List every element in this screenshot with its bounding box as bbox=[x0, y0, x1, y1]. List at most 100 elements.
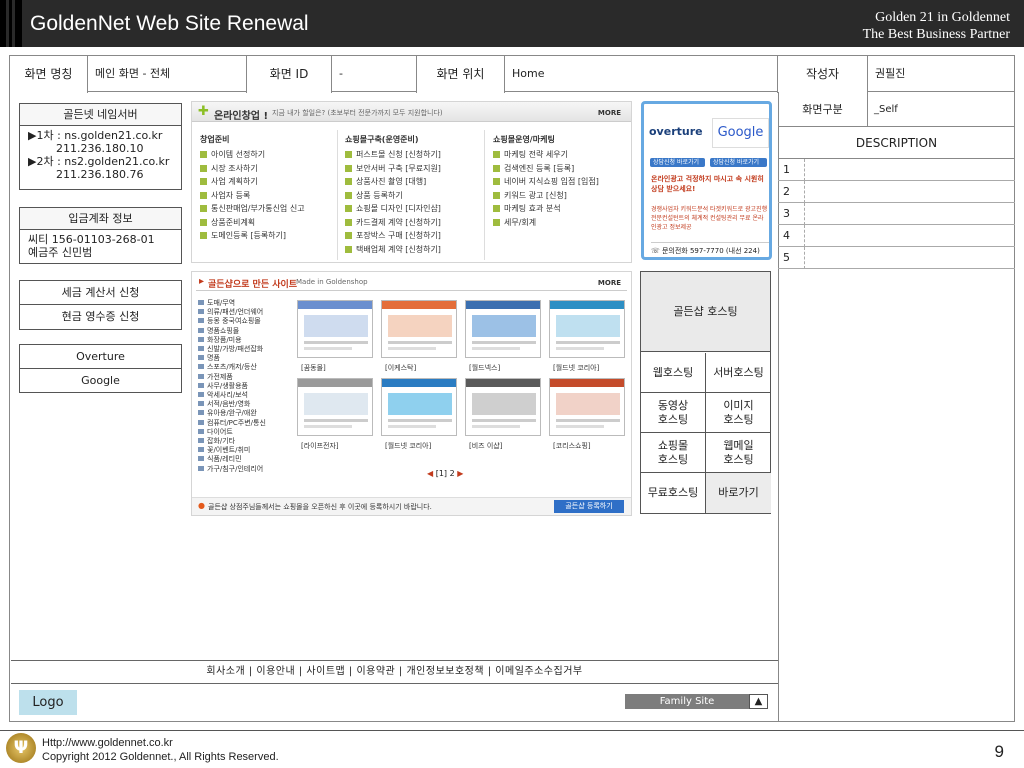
site-thumbnail[interactable] bbox=[381, 300, 457, 358]
startup-more-link[interactable]: MORE bbox=[598, 109, 621, 117]
cash-receipt-link[interactable]: 현금 영수증 신청 bbox=[20, 305, 181, 329]
col2-item[interactable]: 쇼핑몰 디자인 [디자인샵] bbox=[345, 203, 441, 214]
col3-item[interactable]: 네이버 지식쇼핑 입점 [입점] bbox=[493, 176, 599, 187]
col2-item-label: 보안서버 구축 [무료지원] bbox=[356, 163, 441, 173]
thumbnail-header bbox=[298, 301, 372, 309]
col2-item[interactable]: 포장박스 구매 [신청하기] bbox=[345, 230, 441, 241]
folder-icon bbox=[198, 355, 204, 361]
ad-consult-button-2[interactable]: 상담신청 바로가기 bbox=[710, 158, 767, 167]
col1-item-label: 사업 계획하기 bbox=[211, 177, 258, 186]
banner-stripes bbox=[0, 0, 24, 47]
site-thumbnail[interactable] bbox=[381, 378, 457, 436]
screen-name-label: 화면 명칭 bbox=[10, 56, 88, 93]
site-thumbnail[interactable] bbox=[465, 378, 541, 436]
ad-phone: ☏ 문의전화 597-7770 (내선 224) bbox=[651, 242, 769, 256]
col2-item[interactable]: 카드결제 계약 [신청하기] bbox=[345, 217, 441, 228]
gallery-more-link[interactable]: MORE bbox=[598, 279, 621, 287]
server-hosting-link[interactable]: 서버호스팅 bbox=[706, 353, 771, 393]
site-thumbnail-label[interactable]: [코리스쇼핑] bbox=[553, 441, 591, 451]
check-icon bbox=[345, 178, 352, 185]
footer-logo: Logo bbox=[19, 690, 77, 715]
video-hosting-link[interactable]: 동영상 호스팅 bbox=[641, 393, 706, 433]
thumbnail-line bbox=[556, 347, 604, 350]
col1-item[interactable]: 아이템 선정하기 bbox=[200, 149, 265, 160]
col3-item[interactable]: 마케팅 전략 세우기 bbox=[493, 149, 568, 160]
site-thumbnail-label[interactable]: [월드넥스] bbox=[469, 363, 500, 373]
check-icon bbox=[345, 245, 352, 253]
category-label: 꽃/이벤트/취미 bbox=[207, 446, 251, 455]
ad-consult-button-1[interactable]: 상담신청 바로가기 bbox=[650, 158, 705, 167]
col1-item[interactable]: 상품준비계획 bbox=[200, 217, 255, 228]
ad-text-features: 경쟁사업자 키워드분석 타겟키워드로 광고진행 전문컨설턴트의 체계적 컨설팅관… bbox=[651, 206, 768, 231]
col2-item[interactable]: 상품 등록하기 bbox=[345, 190, 403, 201]
col3-item[interactable]: 키워드 광고 [신청] bbox=[493, 190, 567, 201]
folder-icon bbox=[198, 327, 204, 333]
check-icon bbox=[200, 232, 207, 239]
col3-item[interactable]: 세무/회계 bbox=[493, 217, 536, 228]
category-label: 가전제품 bbox=[207, 372, 233, 381]
folder-icon bbox=[198, 410, 204, 416]
col1-item-label: 시장 조사하기 bbox=[211, 163, 258, 173]
site-thumbnail[interactable] bbox=[549, 300, 625, 358]
category-label: 사무/생활용품 bbox=[207, 381, 248, 390]
account-box: 입금계좌 정보 씨티 156-01103-268-01 예금주 신민범 bbox=[19, 207, 182, 264]
next-icon[interactable]: ▶ bbox=[457, 469, 463, 478]
site-thumbnail-label[interactable]: [꿈동몰] bbox=[301, 363, 326, 373]
category-label: 가구/침구/인테리어 bbox=[207, 464, 264, 473]
col1-item[interactable]: 사업자 등록 bbox=[200, 190, 250, 201]
tax-invoice-link[interactable]: 세금 계산서 신청 bbox=[20, 281, 181, 305]
thumbnail-hero bbox=[472, 315, 536, 337]
check-icon bbox=[200, 191, 207, 199]
col2-item[interactable]: 보안서버 구축 [무료지원] bbox=[345, 163, 441, 174]
site-thumbnail[interactable] bbox=[297, 378, 373, 436]
free-hosting-link[interactable]: 무료호스팅 bbox=[641, 473, 706, 513]
mall-hosting-link[interactable]: 쇼핑몰 호스팅 bbox=[641, 433, 706, 473]
search-ads-box: Overture Google bbox=[19, 344, 182, 393]
col2-item[interactable]: 택배업체 계약 [신청하기] bbox=[345, 244, 441, 255]
gallery-notice-bar: ● 골든샵 상점주님들께서는 쇼핑몰을 오픈하신 후 이곳에 등록하시기 바랍니… bbox=[192, 497, 631, 515]
site-thumbnail-label[interactable]: [월드넷 코리아] bbox=[385, 441, 431, 451]
hosting-shortcut-button[interactable]: 바로가기 bbox=[706, 473, 771, 513]
account-title: 입금계좌 정보 bbox=[20, 208, 181, 230]
col3-item[interactable]: 마케팅 효과 분석 bbox=[493, 203, 561, 214]
family-site-arrow-icon[interactable]: ▲ bbox=[749, 694, 768, 709]
register-goldenshop-button[interactable]: 골든샵 등록하기 bbox=[554, 500, 624, 513]
col2-item[interactable]: 상품사진 촬영 [대행] bbox=[345, 176, 426, 187]
folder-icon bbox=[198, 419, 204, 425]
site-thumbnail-label[interactable]: [이케스탁] bbox=[385, 363, 416, 373]
category-label: 스포츠/캐저/등산 bbox=[207, 363, 257, 372]
col1-item[interactable]: 통신판매업/부가통신업 신고 bbox=[200, 203, 305, 214]
col1-item[interactable]: 도메인등록 [등록하기] bbox=[200, 230, 286, 241]
col3-item-label: 세무/회계 bbox=[504, 217, 537, 227]
site-thumbnail[interactable] bbox=[465, 300, 541, 358]
webmail-hosting-link[interactable]: 웹메일 호스팅 bbox=[706, 433, 771, 473]
nameserver-box: 골든넷 네임서버 ▶1차 : ns.golden21.co.kr 211.236… bbox=[19, 103, 182, 190]
family-site-select[interactable]: Family Site bbox=[625, 694, 749, 709]
prev-icon[interactable]: ◀ bbox=[427, 469, 433, 478]
web-hosting-link[interactable]: 웹호스팅 bbox=[641, 353, 706, 393]
tagline-line1: Golden 21 in Goldennet bbox=[875, 10, 1010, 25]
col1-item[interactable]: 시장 조사하기 bbox=[200, 163, 258, 174]
storyboard-info-table: 화면 명칭 메인 화면 - 전체 화면 ID - 화면 위치 Home 작성자 … bbox=[9, 55, 1015, 93]
google-link[interactable]: Google bbox=[20, 369, 181, 393]
overture-link[interactable]: Overture bbox=[20, 345, 181, 369]
site-thumbnail[interactable] bbox=[549, 378, 625, 436]
col1-item-label: 도메인등록 [등록하기] bbox=[211, 231, 287, 240]
site-thumbnail-label[interactable]: [라이프전자] bbox=[301, 441, 339, 451]
thumbnail-line bbox=[388, 347, 436, 350]
col3-item[interactable]: 검색엔진 등록 [등록] bbox=[493, 163, 574, 174]
col1-item[interactable]: 사업 계획하기 bbox=[200, 176, 258, 187]
site-thumbnail-label[interactable]: [비즈 이샵] bbox=[469, 441, 502, 451]
col2-item[interactable]: 퍼스트몰 신청 [신청하기] bbox=[345, 149, 441, 160]
category-label: 잡화/기타 bbox=[207, 437, 236, 445]
category-item[interactable]: 가구/침구/인테리어 bbox=[198, 464, 263, 474]
gallery-pager[interactable]: ◀ [1] 2 ▶ bbox=[427, 469, 463, 478]
pager-text: [1] 2 bbox=[435, 469, 455, 478]
folder-icon bbox=[198, 456, 204, 462]
site-thumbnail-label[interactable]: [월드넷 코리아] bbox=[553, 363, 599, 373]
thumbnail-hero bbox=[388, 315, 452, 337]
site-thumbnail[interactable] bbox=[297, 300, 373, 358]
footer-links[interactable]: 회사소개 | 이용안내 | 사이트맵 | 이용약관 | 개인정보보호정책 | 이… bbox=[11, 660, 778, 684]
description-row-number: 3 bbox=[778, 203, 805, 225]
image-hosting-link[interactable]: 이미지 호스팅 bbox=[706, 393, 771, 433]
